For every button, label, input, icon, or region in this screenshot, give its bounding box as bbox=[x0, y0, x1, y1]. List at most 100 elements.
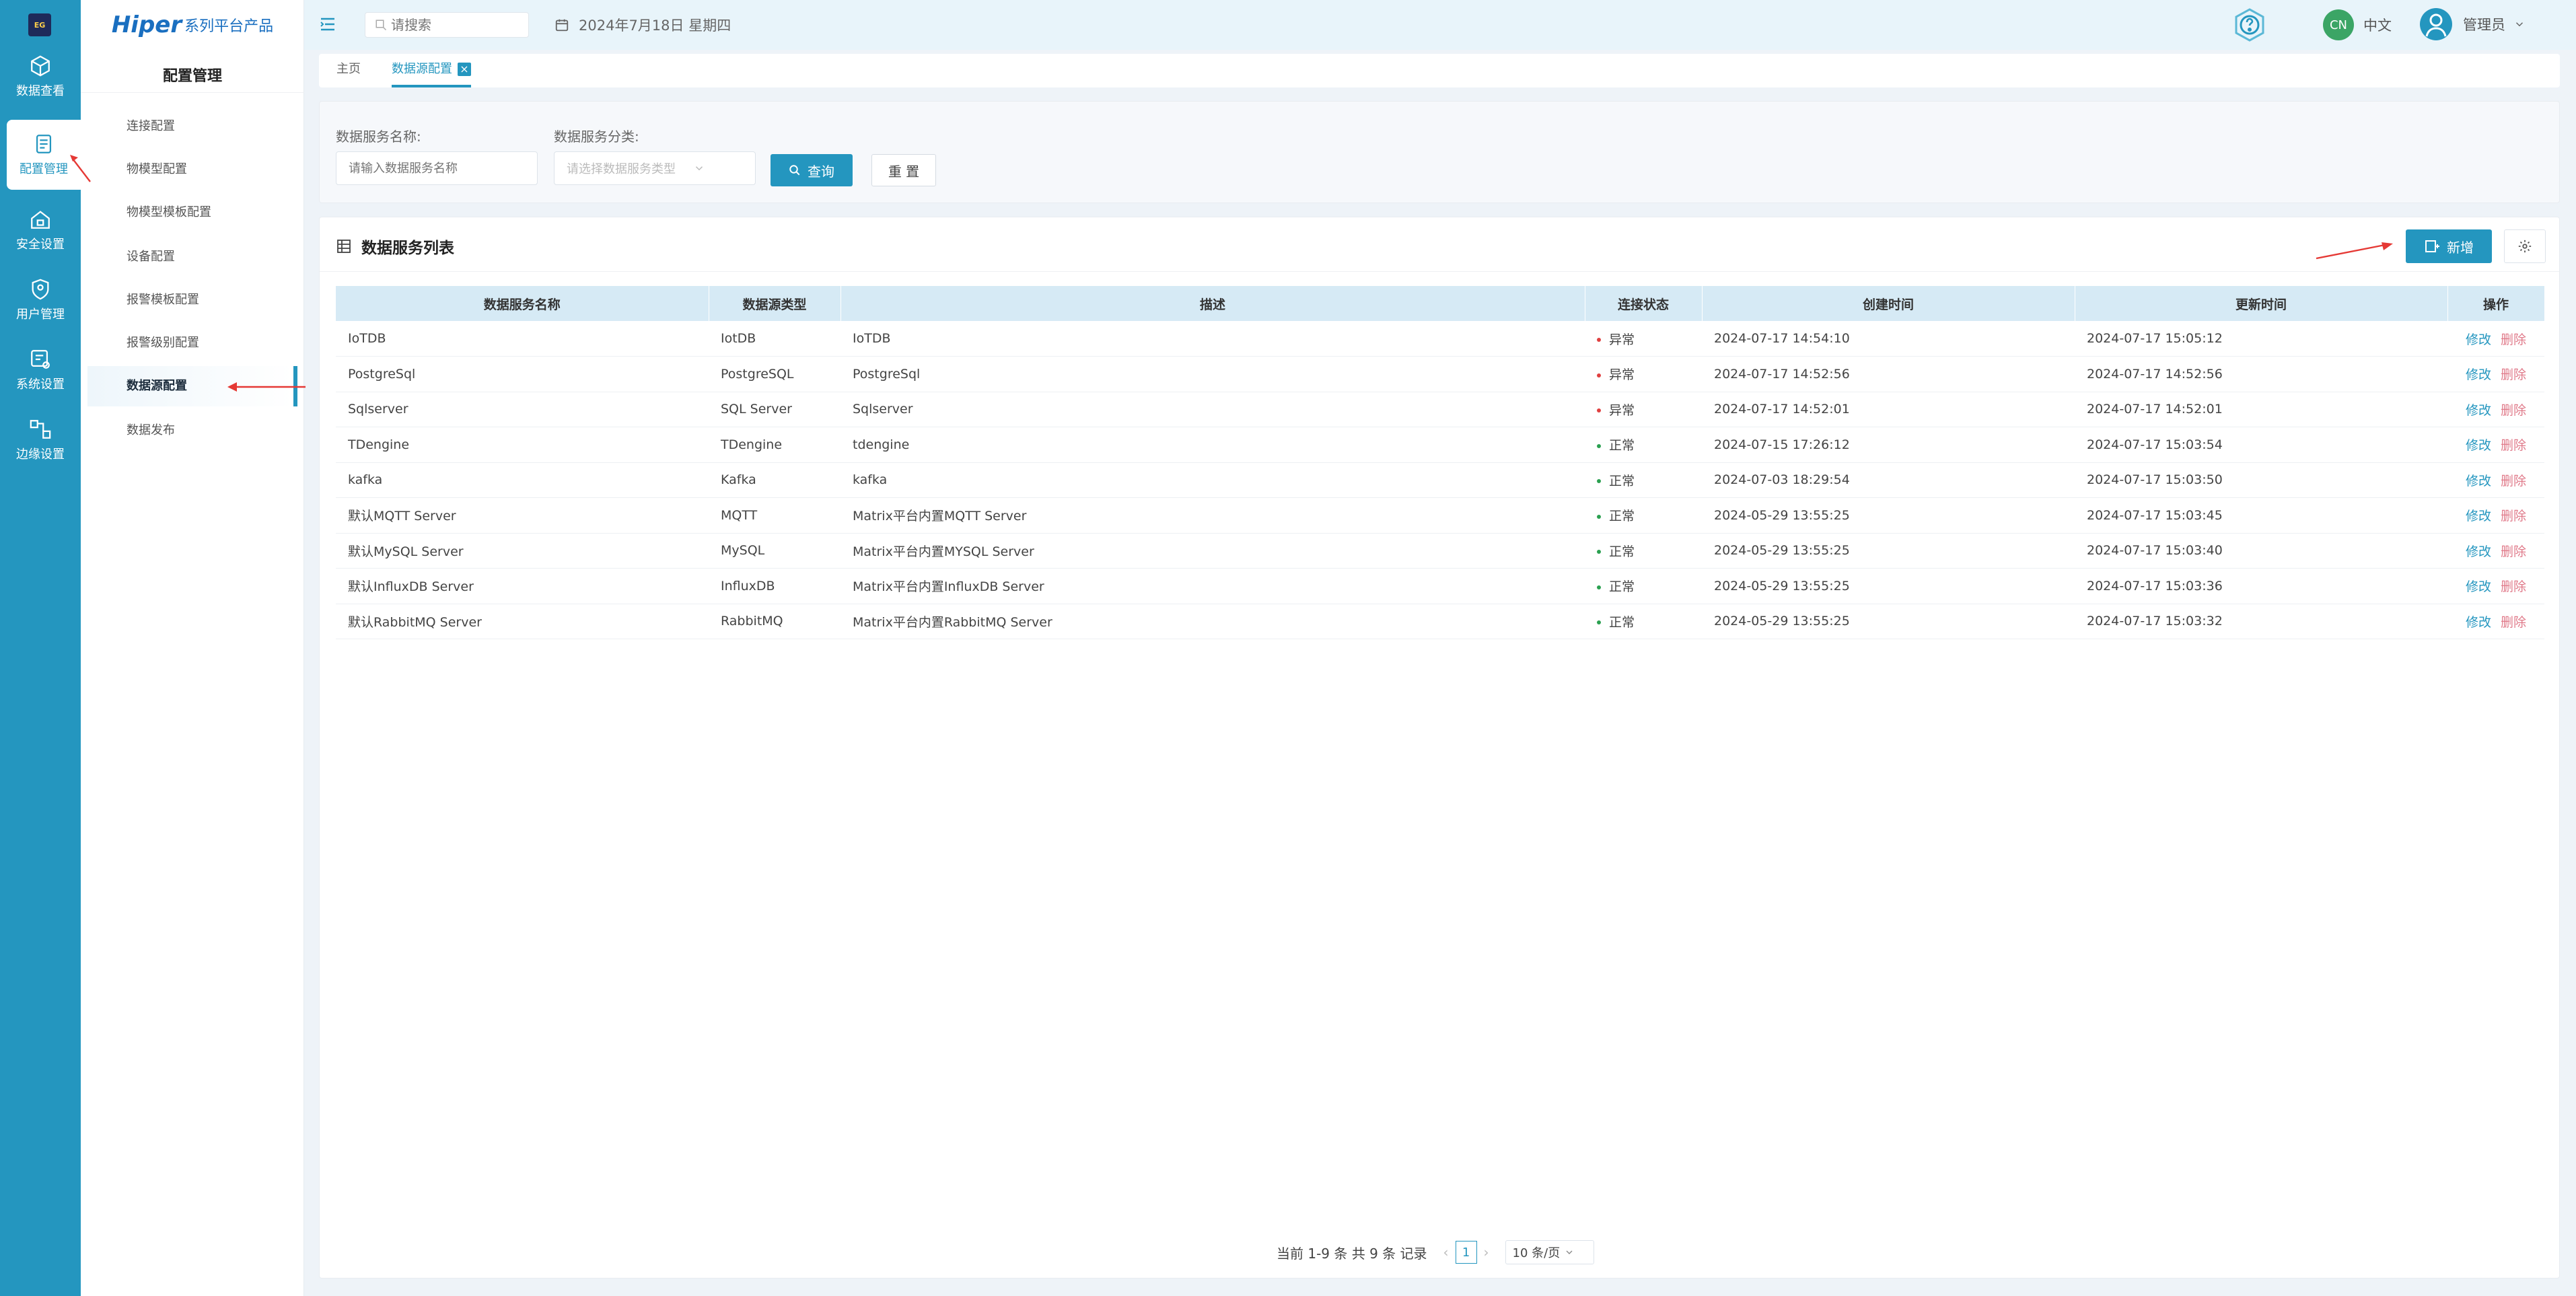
cell-actions: 修改 删除 bbox=[2447, 321, 2544, 357]
language-badge: CN bbox=[2323, 9, 2354, 40]
chevron-down-icon bbox=[2515, 22, 2524, 27]
menu-toggle-icon[interactable] bbox=[319, 16, 336, 32]
calendar-icon bbox=[555, 19, 569, 32]
prev-page-icon[interactable]: ‹ bbox=[1443, 1244, 1449, 1260]
cell-created: 2024-07-03 18:29:54 bbox=[1702, 462, 2075, 498]
date-display: 2024年7月18日 星期四 bbox=[554, 15, 731, 35]
delete-link[interactable]: 删除 bbox=[2501, 332, 2526, 347]
list-panel: 数据服务列表 新增 数据服务名称 数据源类型 描述 连接状态 创建时间 更新时间… bbox=[319, 217, 2560, 1279]
brand-sub: 系列平台产品 bbox=[184, 18, 274, 35]
tab-datasource[interactable]: 数据源配置 × bbox=[392, 54, 471, 87]
rail-item-security[interactable]: 安全设置 bbox=[0, 195, 81, 265]
rail-item-label: 系统设置 bbox=[16, 377, 65, 392]
cell-updated: 2024-07-17 15:03:54 bbox=[2075, 427, 2447, 463]
top-bar: 2024年7月18日 星期四 CN 中文 管理员 bbox=[304, 0, 2576, 50]
edit-link[interactable]: 修改 bbox=[2466, 403, 2491, 418]
sidebar-item-thing-template[interactable]: 物模型模板配置 bbox=[113, 192, 288, 233]
page-size-select[interactable]: 10 条/页 bbox=[1505, 1240, 1594, 1264]
column-header[interactable]: 创建时间 bbox=[1702, 286, 2075, 321]
list-title-text: 数据服务列表 bbox=[361, 240, 454, 257]
cell-name: PostgreSql bbox=[336, 356, 709, 392]
rail-item-users[interactable]: 用户管理 bbox=[0, 265, 81, 335]
column-header[interactable]: 数据服务名称 bbox=[336, 286, 709, 321]
annotation-arrow bbox=[70, 155, 91, 182]
edit-link[interactable]: 修改 bbox=[2466, 509, 2491, 524]
cell-name: 默认InfluxDB Server bbox=[336, 568, 709, 604]
sidebar-item-publish[interactable]: 数据发布 bbox=[113, 410, 288, 451]
cell-updated: 2024-07-17 15:05:12 bbox=[2075, 321, 2447, 357]
cell-actions: 修改 删除 bbox=[2447, 533, 2544, 569]
cube-icon bbox=[31, 55, 50, 77]
delete-link[interactable]: 删除 bbox=[2501, 544, 2526, 559]
cell-updated: 2024-07-17 14:52:56 bbox=[2075, 356, 2447, 392]
table-row: 默认MQTT Server MQTT Matrix平台内置MQTT Server 正常… bbox=[336, 497, 2544, 534]
language-switch[interactable]: CN 中文 bbox=[2323, 9, 2392, 40]
delete-link[interactable]: 删除 bbox=[2501, 438, 2526, 453]
delete-link[interactable]: 删除 bbox=[2501, 403, 2526, 418]
table-icon bbox=[337, 240, 351, 253]
cell-type: MQTT bbox=[709, 497, 840, 534]
cell-type: SQL Server bbox=[709, 392, 840, 427]
search-input[interactable] bbox=[391, 17, 519, 33]
column-header[interactable]: 描述 bbox=[840, 286, 1585, 321]
add-button[interactable]: 新增 bbox=[2406, 229, 2492, 263]
sidebar-item-connection[interactable]: 连接配置 bbox=[113, 106, 288, 147]
type-filter-placeholder: 请选择数据服务类型 bbox=[567, 162, 676, 176]
rail-item-edge[interactable]: 边缘设置 bbox=[0, 405, 81, 475]
rail-item-system[interactable]: 系统设置 bbox=[0, 335, 81, 405]
name-filter-input[interactable] bbox=[349, 161, 537, 176]
delete-link[interactable]: 删除 bbox=[2501, 579, 2526, 594]
edit-link[interactable]: 修改 bbox=[2466, 544, 2491, 559]
sidebar-item-alarm-level[interactable]: 报警级别配置 bbox=[113, 323, 288, 363]
edit-link[interactable]: 修改 bbox=[2466, 474, 2491, 489]
global-search[interactable] bbox=[365, 12, 529, 38]
column-header[interactable]: 数据源类型 bbox=[709, 286, 841, 321]
delete-link[interactable]: 删除 bbox=[2501, 615, 2526, 630]
annotation-arrow bbox=[227, 382, 306, 392]
brand-logo: Hiper 系列平台产品 bbox=[81, 0, 304, 50]
sidebar-item-alarm-template[interactable]: 报警模板配置 bbox=[113, 280, 288, 320]
delete-link[interactable]: 删除 bbox=[2501, 474, 2526, 489]
column-header[interactable]: 连接状态 bbox=[1585, 286, 1703, 321]
delete-link[interactable]: 删除 bbox=[2501, 509, 2526, 524]
sidebar-item-thing-model[interactable]: 物模型配置 bbox=[113, 149, 288, 190]
reset-button[interactable]: 重 置 bbox=[871, 154, 936, 186]
edit-link[interactable]: 修改 bbox=[2466, 332, 2491, 347]
page-number[interactable]: 1 bbox=[1455, 1241, 1477, 1264]
rail-item-data-view[interactable]: 数据查看 bbox=[0, 42, 81, 112]
help-icon[interactable] bbox=[2231, 7, 2268, 43]
cell-actions: 修改 删除 bbox=[2447, 604, 2544, 639]
status-text: 异常 bbox=[1609, 332, 1635, 347]
cell-type: IotDB bbox=[709, 321, 840, 357]
edit-link[interactable]: 修改 bbox=[2466, 438, 2491, 453]
cell-updated: 2024-07-17 15:03:32 bbox=[2075, 604, 2447, 639]
status-dot bbox=[1597, 338, 1601, 342]
delete-link[interactable]: 删除 bbox=[2501, 367, 2526, 382]
cell-created: 2024-05-29 13:55:25 bbox=[1702, 568, 2075, 604]
user-menu[interactable]: 管理员 bbox=[2420, 8, 2526, 40]
cell-name: kafka bbox=[336, 462, 709, 498]
pagination: 当前 1-9 条 共 9 条 记录 ‹ 1 › 10 条/页 bbox=[1277, 1240, 1594, 1264]
name-filter-field[interactable] bbox=[336, 151, 538, 185]
sidebar-item-device[interactable]: 设备配置 bbox=[113, 237, 288, 277]
status-text: 正常 bbox=[1609, 509, 1635, 524]
pagination-summary: 当前 1-9 条 共 9 条 记录 bbox=[1277, 1245, 1427, 1262]
tab-bar: 主页 数据源配置 × bbox=[319, 54, 2560, 87]
close-icon[interactable]: × bbox=[458, 63, 471, 76]
cell-created: 2024-07-15 17:26:12 bbox=[1702, 427, 2075, 463]
column-header[interactable]: 更新时间 bbox=[2075, 286, 2448, 321]
edit-link[interactable]: 修改 bbox=[2466, 579, 2491, 594]
table-row: PostgreSql PostgreSQL PostgreSql 异常 2024-07-… bbox=[336, 356, 2544, 392]
query-button[interactable]: 查询 bbox=[771, 154, 853, 186]
column-header: 操作 bbox=[2447, 286, 2545, 321]
type-filter-select[interactable]: 请选择数据服务类型 bbox=[554, 151, 756, 185]
column-settings-button[interactable] bbox=[2504, 229, 2546, 263]
tab-home[interactable]: 主页 bbox=[336, 54, 361, 87]
next-page-icon[interactable]: › bbox=[1484, 1244, 1489, 1260]
cell-created: 2024-05-29 13:55:25 bbox=[1702, 533, 2075, 569]
status-dot bbox=[1597, 443, 1601, 448]
edit-link[interactable]: 修改 bbox=[2466, 367, 2491, 382]
cell-status: 异常 bbox=[1585, 392, 1702, 427]
status-dot bbox=[1597, 373, 1601, 377]
edit-link[interactable]: 修改 bbox=[2466, 615, 2491, 630]
